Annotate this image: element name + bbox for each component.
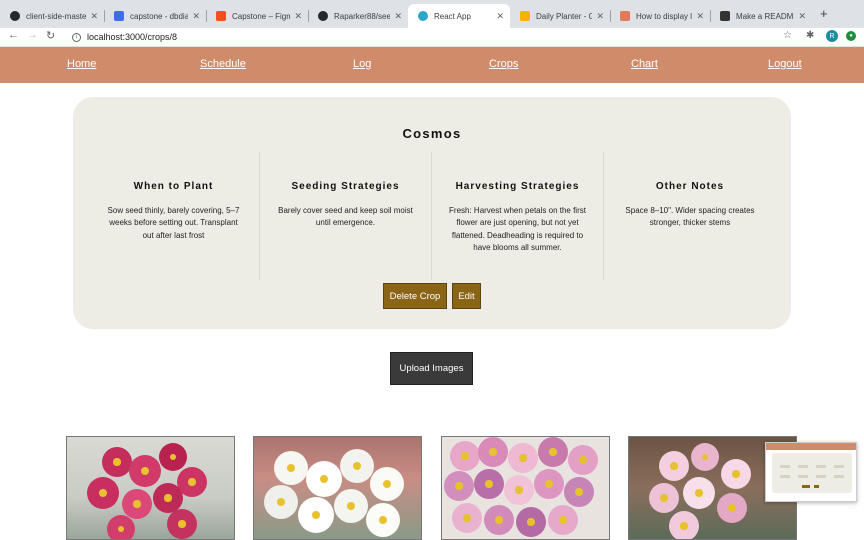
bookmark-star-icon[interactable]: ☆	[783, 30, 792, 41]
nav-schedule-link[interactable]: Schedule	[200, 58, 246, 70]
new-tab-button[interactable]: +	[820, 6, 828, 21]
nav-crops-link[interactable]: Crops	[489, 58, 518, 70]
section-text: Sow seed thinly, barely covering, 5–7 we…	[107, 206, 240, 240]
crop-name: Cosmos	[402, 126, 462, 141]
tab-title: React App	[434, 11, 471, 21]
browser-tab[interactable]: Raparker88/seedli ✕	[308, 4, 408, 28]
crop-section-other-notes: Other Notes Space 8–10". Wider spacing c…	[604, 152, 776, 280]
section-heading: When to Plant	[133, 181, 214, 192]
tab-title: How to display loc	[636, 11, 693, 21]
extension-icon[interactable]: ●	[846, 31, 856, 41]
edit-crop-button[interactable]: Edit	[452, 283, 481, 309]
react-icon	[418, 11, 428, 21]
figma-icon	[216, 11, 226, 21]
crop-section-harvesting: Harvesting Strategies Fresh: Harvest whe…	[432, 152, 604, 280]
close-icon[interactable]: ✕	[596, 11, 604, 22]
reload-icon[interactable]: ↻	[46, 29, 55, 42]
tab-title: Raparker88/seedli	[334, 11, 391, 21]
browser-tab[interactable]: How to display loc ✕	[610, 4, 710, 28]
section-text: Space 8–10". Wider spacing creates stron…	[625, 206, 755, 228]
close-icon[interactable]: ✕	[798, 11, 806, 22]
screenshot-thumbnail[interactable]	[765, 442, 857, 502]
dbdiagram-icon	[114, 11, 124, 21]
browser-toolbar: ← → ↻ i localhost:3000/crops/8 ☆ ✱	[0, 28, 864, 47]
tab-title: Capstone – Figma	[232, 11, 291, 21]
document-icon	[720, 11, 730, 21]
crop-photo[interactable]	[253, 436, 422, 540]
tab-title: Daily Planter - Go	[536, 11, 593, 21]
close-icon[interactable]: ✕	[696, 11, 704, 22]
section-heading: Other Notes	[655, 181, 725, 192]
address-bar[interactable]: i localhost:3000/crops/8	[64, 29, 804, 45]
crop-photo[interactable]	[66, 436, 235, 540]
section-text: Fresh: Harvest when petals on the first …	[449, 206, 586, 253]
avatar-letter: R	[829, 32, 835, 40]
profile-avatar[interactable]: R	[826, 30, 838, 42]
section-heading: Seeding Strategies	[291, 181, 400, 192]
app-nav: Home Schedule Log Crops Chart Logout	[0, 47, 864, 83]
browser-tab-active[interactable]: React App ✕	[408, 4, 510, 28]
back-arrow-icon[interactable]: ←	[8, 29, 19, 41]
url-text: localhost:3000/crops/8	[87, 32, 178, 42]
close-icon[interactable]: ✕	[496, 11, 504, 22]
crop-section-when-to-plant: When to Plant Sow seed thinly, barely co…	[88, 152, 260, 280]
crop-detail-card: Cosmos When to Plant Sow seed thinly, ba…	[73, 97, 791, 329]
tab-title: capstone - dbdiag	[130, 11, 189, 21]
nav-logout-link[interactable]: Logout	[768, 58, 802, 70]
browser-tab[interactable]: capstone - dbdiag ✕	[104, 4, 206, 28]
upload-images-button[interactable]: Upload Images	[390, 352, 473, 385]
browser-tab[interactable]: Daily Planter - Go ✕	[510, 4, 610, 28]
section-heading: Harvesting Strategies	[455, 181, 580, 192]
browser-tab[interactable]: Make a README ✕	[710, 4, 812, 28]
github-icon	[10, 11, 20, 21]
crop-section-seeding: Seeding Strategies Barely cover seed and…	[260, 152, 432, 280]
section-text: Barely cover seed and keep soil moist un…	[278, 206, 413, 228]
delete-crop-button[interactable]: Delete Crop	[383, 283, 447, 309]
browser-tabstrip: client-side-master ✕ capstone - dbdiag ✕…	[0, 0, 864, 28]
browser-tab[interactable]: client-side-master ✕	[0, 4, 104, 28]
close-icon[interactable]: ✕	[294, 11, 302, 22]
nav-log-link[interactable]: Log	[353, 58, 371, 70]
info-icon[interactable]: i	[72, 32, 81, 42]
browser-tab[interactable]: Capstone – Figma ✕	[206, 4, 308, 28]
extensions-puzzle-icon[interactable]: ✱	[806, 30, 814, 41]
nav-chart-link[interactable]: Chart	[631, 58, 658, 70]
tab-title: client-side-master	[26, 11, 87, 21]
close-icon[interactable]: ✕	[90, 11, 98, 22]
tab-title: Make a README	[736, 11, 795, 21]
close-icon[interactable]: ✕	[192, 11, 200, 22]
github-icon	[318, 11, 328, 21]
forward-arrow-icon[interactable]: →	[27, 29, 38, 41]
close-icon[interactable]: ✕	[394, 11, 402, 22]
crop-photo[interactable]	[441, 436, 610, 540]
article-icon	[620, 11, 630, 21]
slides-icon	[520, 11, 530, 21]
nav-home-link[interactable]: Home	[67, 58, 96, 70]
